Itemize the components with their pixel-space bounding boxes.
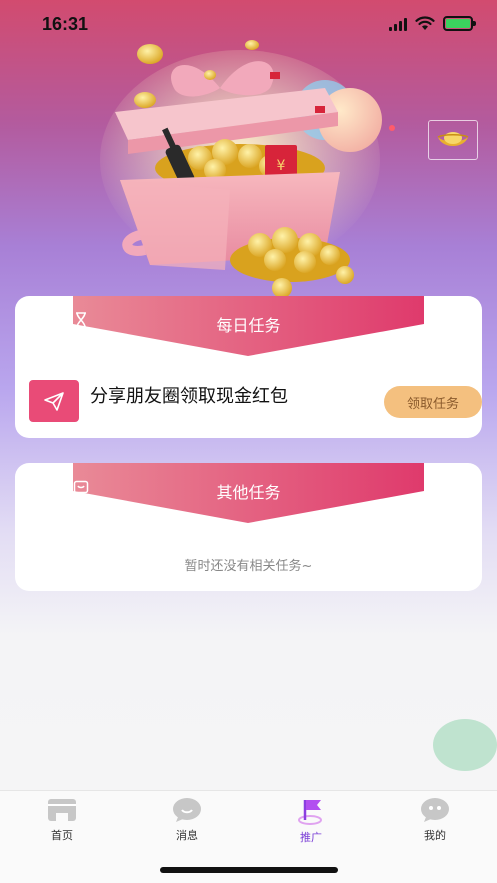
task-row: 分享朋友圈领取现金红包 领取任务 (29, 380, 482, 424)
tab-label: 消息 (176, 829, 198, 842)
status-icons (389, 16, 476, 31)
hourglass-icon (76, 312, 86, 328)
claim-task-button[interactable]: 领取任务 (384, 386, 482, 418)
svg-text:¥: ¥ (277, 158, 286, 174)
flag-icon (298, 800, 322, 825)
daily-tasks-banner: 每日任务 (73, 296, 424, 356)
gold-ingot-icon (437, 132, 469, 146)
shop-icon (48, 799, 76, 821)
message-icon (173, 798, 201, 822)
tab-label: 首页 (51, 829, 73, 842)
wifi-icon (415, 16, 435, 30)
home-indicator (160, 867, 338, 873)
other-tasks-banner: 其他任务 (73, 463, 424, 523)
signal-icon (389, 17, 407, 31)
box-icon (73, 480, 89, 494)
battery-icon (443, 16, 476, 31)
tab-profile[interactable]: 我的 (395, 797, 475, 843)
daily-tasks-title: 每日任务 (216, 316, 281, 335)
other-tasks-card: 其他任务 暂时还没有相关任务~ (15, 463, 482, 591)
task-title: 分享朋友圈领取现金红包 (90, 386, 288, 407)
floating-bubble-button[interactable] (433, 719, 497, 771)
daily-tasks-card: 每日任务 分享朋友圈领取现金红包 领取任务 (15, 296, 482, 438)
other-tasks-title: 其他任务 (216, 483, 281, 502)
tab-promote[interactable]: 推广 (271, 797, 351, 845)
empty-state-text: 暂时还没有相关任务~ (184, 559, 313, 574)
tab-messages[interactable]: 消息 (147, 797, 227, 843)
tab-home[interactable]: 首页 (22, 797, 102, 843)
profile-icon (421, 798, 449, 822)
status-time: 16:31 (42, 14, 89, 34)
gift-box-illustration: ¥ (100, 40, 395, 298)
gold-ingot-button[interactable] (428, 120, 478, 160)
send-icon (44, 392, 64, 411)
tab-label: 我的 (424, 829, 446, 842)
tab-label: 推广 (300, 831, 322, 844)
task-icon (29, 380, 79, 422)
